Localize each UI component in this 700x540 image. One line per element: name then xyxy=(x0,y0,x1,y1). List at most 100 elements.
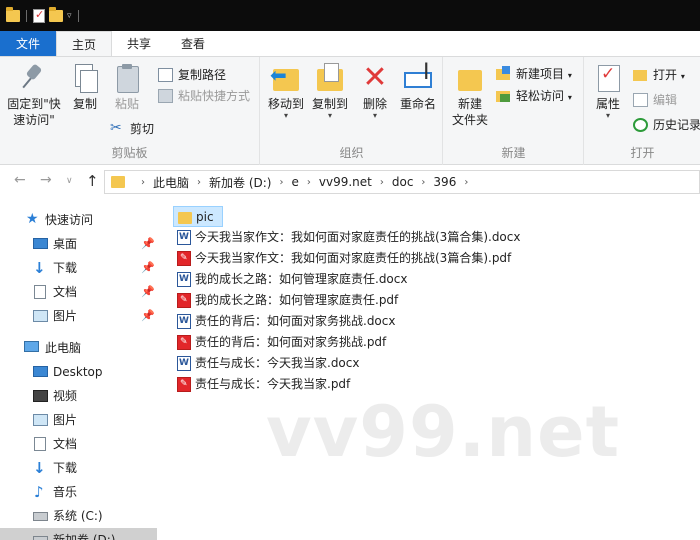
nav-pc-drive-c[interactable]: 系统 (C:) xyxy=(0,504,157,528)
new-item-button[interactable]: 新建项目 ▾ xyxy=(496,64,572,84)
nav-pc-pictures-label: 图片 xyxy=(53,413,78,427)
cut-button[interactable]: ✂ 剪切 xyxy=(110,119,154,139)
chevron-right-icon[interactable]: › xyxy=(197,177,201,188)
history-button[interactable]: 历史记录 xyxy=(633,115,700,135)
nav-quick-access[interactable]: ★ 快速访问 xyxy=(0,208,157,232)
pin-to-quick-access-button[interactable]: 固定到"快 速访问" xyxy=(4,63,64,128)
breadcrumb-drive-d[interactable]: 新加卷 (D:) xyxy=(209,174,271,191)
easy-access-button[interactable]: 轻松访问 ▾ xyxy=(496,86,572,106)
list-item[interactable]: 责任的背后：如何面对家务挑战.docx xyxy=(173,311,395,332)
rename-button[interactable]: 重命名 xyxy=(397,63,439,112)
up-arrow-icon[interactable]: ↑ xyxy=(86,172,99,190)
list-item[interactable]: 责任与成长：今天我当家.docx xyxy=(173,353,359,374)
pin-icon[interactable]: 📌 xyxy=(141,280,155,304)
title-bar: ▿ xyxy=(0,0,700,31)
address-bar[interactable]: › 此电脑 › 新加卷 (D:) › e › vv99.net › doc › … xyxy=(104,170,700,194)
new-group-label: 新建 xyxy=(501,146,526,160)
list-item[interactable]: 今天我当家作文：我如何面对家庭责任的挑战(3篇合集).docx xyxy=(173,227,520,248)
properties-icon[interactable] xyxy=(33,8,45,23)
chevron-right-icon[interactable]: › xyxy=(421,177,425,188)
chevron-right-icon[interactable]: › xyxy=(141,177,145,188)
move-to-label: 移动到 xyxy=(267,97,304,111)
word-document-icon xyxy=(177,311,191,332)
nav-quick-documents[interactable]: 文档 📌 xyxy=(0,280,157,304)
file-name: 我的成长之路：如何管理家庭责任.pdf xyxy=(195,293,399,307)
nav-this-pc-label: 此电脑 xyxy=(45,341,82,355)
pdf-document-icon xyxy=(177,374,191,395)
breadcrumb-396[interactable]: 396 xyxy=(433,175,456,189)
list-item[interactable]: 我的成长之路：如何管理家庭责任.docx xyxy=(173,269,407,290)
copy-button[interactable]: 复制 xyxy=(66,63,104,112)
ribbon: 固定到"快 速访问" 复制 粘贴 复制路径 粘贴快捷方式 ✂ 剪切 剪贴板 移动… xyxy=(0,56,700,165)
chevron-right-icon[interactable]: › xyxy=(279,177,283,188)
tab-home[interactable]: 主页 xyxy=(56,31,113,57)
recent-dropdown-icon[interactable]: ∨ xyxy=(66,176,73,186)
properties-button[interactable]: 属性 ▾ xyxy=(591,63,625,120)
paste-shortcut-icon xyxy=(158,89,173,103)
cut-label: 剪切 xyxy=(130,122,155,136)
nav-pc-documents[interactable]: 文档 xyxy=(0,432,157,456)
edit-button[interactable]: 编辑 xyxy=(633,90,677,110)
delete-label: 删除 xyxy=(362,97,387,111)
pin-label-line2: 速访问" xyxy=(13,113,55,127)
tab-share[interactable]: 共享 xyxy=(112,31,166,57)
paste-icon xyxy=(111,63,143,93)
open-button[interactable]: 打开 ▾ xyxy=(633,65,685,85)
paste-button[interactable]: 粘贴 xyxy=(108,63,146,112)
move-to-button[interactable]: 移动到 ▾ xyxy=(265,63,307,120)
chevron-right-icon[interactable]: › xyxy=(380,177,384,188)
divider xyxy=(26,9,27,22)
pin-icon[interactable]: 📌 xyxy=(141,304,155,328)
nav-pc-drive-d[interactable]: 新加卷 (D:) xyxy=(0,528,157,540)
breadcrumb-e[interactable]: e xyxy=(291,175,298,189)
list-item[interactable]: 责任的背后：如何面对家务挑战.pdf xyxy=(173,332,386,353)
document-icon xyxy=(34,285,46,299)
copy-to-button[interactable]: 复制到 ▾ xyxy=(309,63,351,120)
chevron-right-icon[interactable]: › xyxy=(307,177,311,188)
delete-button[interactable]: ✕ 删除 ▾ xyxy=(357,63,393,120)
nav-this-pc[interactable]: 此电脑 xyxy=(0,336,157,360)
pin-icon[interactable]: 📌 xyxy=(141,232,155,256)
paste-shortcut-button[interactable]: 粘贴快捷方式 xyxy=(158,86,250,106)
forward-arrow-icon[interactable]: → xyxy=(40,172,52,188)
nav-quick-access-label: 快速访问 xyxy=(45,213,94,227)
copy-path-button[interactable]: 复制路径 xyxy=(158,65,226,85)
chevron-down-icon: ▾ xyxy=(327,111,332,120)
list-item[interactable]: 我的成长之路：如何管理家庭责任.pdf xyxy=(173,290,398,311)
nav-quick-desktop-label: 桌面 xyxy=(53,237,78,251)
clipboard-group: 固定到"快 速访问" 复制 粘贴 复制路径 粘贴快捷方式 ✂ 剪切 剪贴板 xyxy=(0,57,260,165)
open-label: 打开 xyxy=(653,68,678,82)
new-folder-button[interactable]: 新建 文件夹 xyxy=(450,63,490,128)
delete-x-icon: ✕ xyxy=(362,60,388,95)
folder-icon xyxy=(111,176,125,188)
chevron-right-icon[interactable]: › xyxy=(464,177,468,188)
nav-pc-videos[interactable]: 视频 xyxy=(0,384,157,408)
pin-icon[interactable]: 📌 xyxy=(141,256,155,280)
chevron-down-icon[interactable]: ▿ xyxy=(67,11,72,21)
nav-pc-desktop[interactable]: Desktop xyxy=(0,360,157,384)
file-name: 今天我当家作文：我如何面对家庭责任的挑战(3篇合集).docx xyxy=(195,230,521,244)
nav-pc-downloads[interactable]: ↓ 下载 xyxy=(0,456,157,480)
tab-view[interactable]: 查看 xyxy=(166,31,220,57)
rename-icon xyxy=(402,63,434,93)
nav-pc-pictures[interactable]: 图片 xyxy=(0,408,157,432)
breadcrumb-vv99[interactable]: vv99.net xyxy=(319,175,372,189)
nav-pc-music[interactable]: ♪ 音乐 xyxy=(0,480,157,504)
easy-access-label: 轻松访问 xyxy=(516,89,565,103)
pin-label-line1: 固定到"快 xyxy=(7,97,61,111)
nav-quick-pictures[interactable]: 图片 📌 xyxy=(0,304,157,328)
breadcrumb-doc[interactable]: doc xyxy=(392,175,414,189)
paste-label: 粘贴 xyxy=(114,97,139,111)
breadcrumb-this-pc[interactable]: 此电脑 xyxy=(153,174,189,191)
new-folder-icon[interactable] xyxy=(49,6,63,22)
picture-icon xyxy=(33,414,48,426)
nav-quick-desktop[interactable]: 桌面 📌 xyxy=(0,232,157,256)
back-arrow-icon[interactable]: ← xyxy=(14,172,26,188)
nav-pc-desktop-label: Desktop xyxy=(53,365,103,379)
list-item[interactable]: pic xyxy=(173,206,223,227)
nav-quick-downloads[interactable]: ↓ 下载 📌 xyxy=(0,256,157,280)
list-item[interactable]: 今天我当家作文：我如何面对家庭责任的挑战(3篇合集).pdf xyxy=(173,248,511,269)
tab-file[interactable]: 文件 xyxy=(0,31,57,57)
folder-icon[interactable] xyxy=(6,6,20,22)
list-item[interactable]: 责任与成长：今天我当家.pdf xyxy=(173,374,350,395)
